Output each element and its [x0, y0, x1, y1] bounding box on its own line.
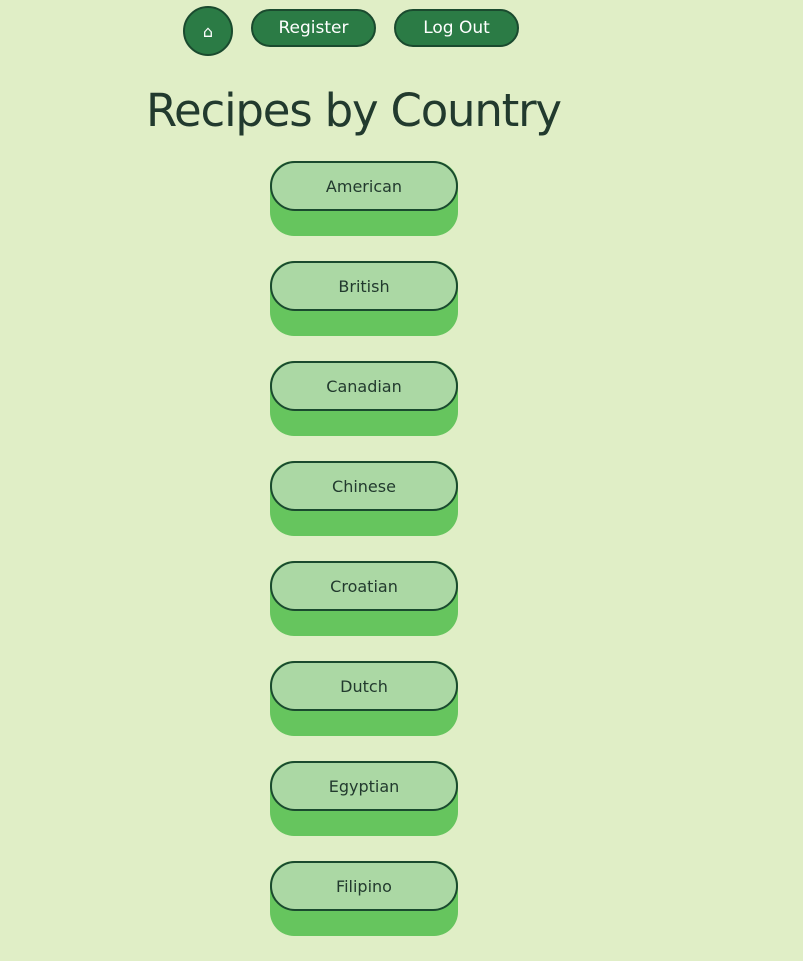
home-button[interactable]: ⌂: [183, 6, 233, 56]
country-button-egyptian[interactable]: Egyptian: [270, 761, 458, 836]
country-button-chinese[interactable]: Chinese: [270, 461, 458, 536]
country-button-label[interactable]: Chinese: [270, 461, 458, 511]
country-button-dutch[interactable]: Dutch: [270, 661, 458, 736]
home-icon: ⌂: [202, 21, 214, 41]
country-button-croatian[interactable]: Croatian: [270, 561, 458, 636]
country-button-label[interactable]: Croatian: [270, 561, 458, 611]
page-title: Recipes by Country: [146, 84, 562, 137]
country-button-label[interactable]: Egyptian: [270, 761, 458, 811]
country-list: American British Canadian Chinese Croati…: [270, 161, 458, 961]
country-button-filipino[interactable]: Filipino: [270, 861, 458, 936]
country-button-label[interactable]: Dutch: [270, 661, 458, 711]
country-button-label[interactable]: Canadian: [270, 361, 458, 411]
country-button-label[interactable]: Filipino: [270, 861, 458, 911]
register-button[interactable]: Register: [251, 9, 376, 47]
country-button-american[interactable]: American: [270, 161, 458, 236]
country-button-label[interactable]: American: [270, 161, 458, 211]
country-button-british[interactable]: British: [270, 261, 458, 336]
country-button-label[interactable]: British: [270, 261, 458, 311]
log-out-button[interactable]: Log Out: [394, 9, 519, 47]
country-button-canadian[interactable]: Canadian: [270, 361, 458, 436]
